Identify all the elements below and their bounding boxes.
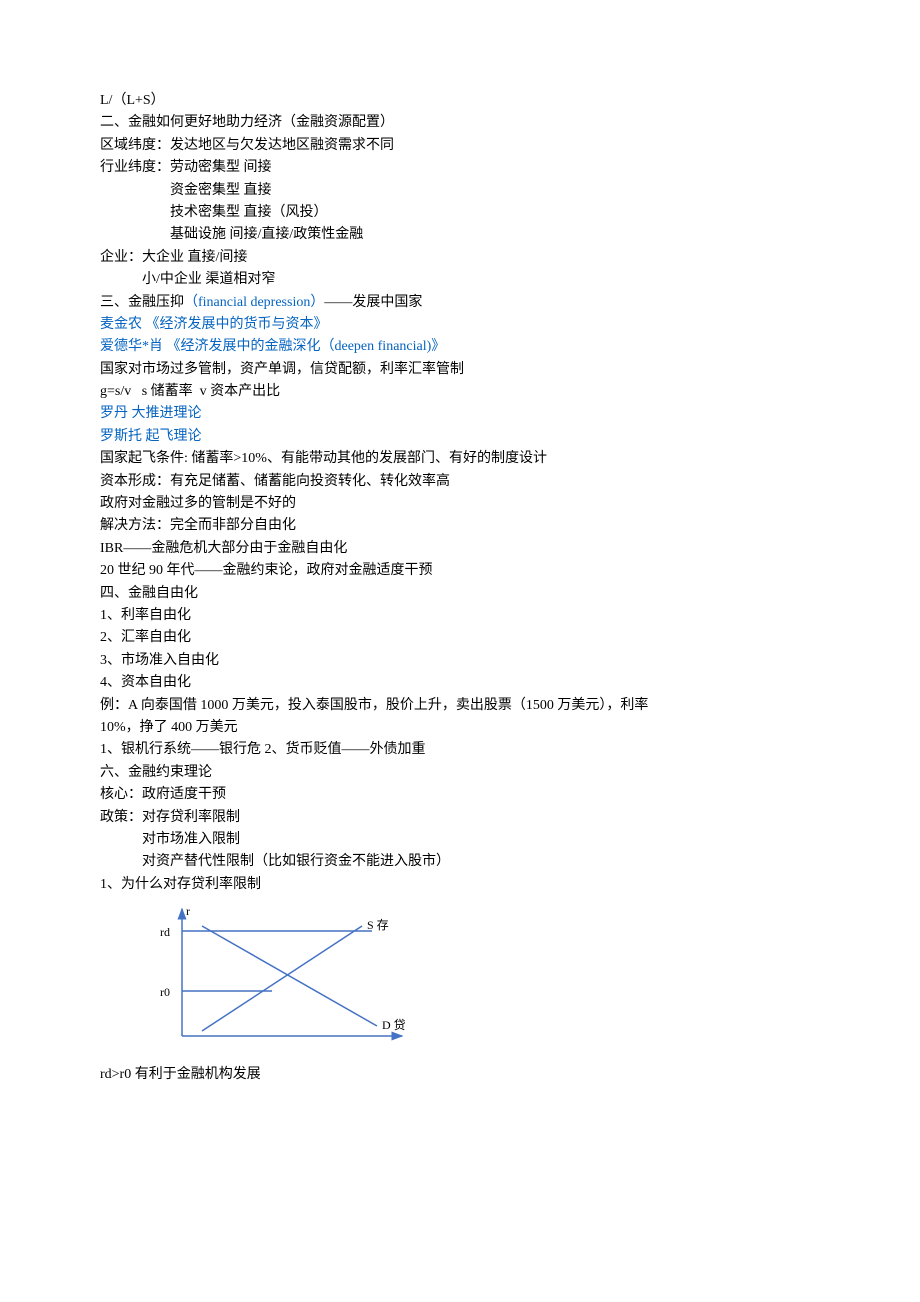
text-line: 小/中企业 渠道相对窄: [100, 269, 820, 291]
text-line: 对市场准入限制: [100, 829, 820, 851]
text-span: 三、金融压抑: [100, 295, 184, 310]
text-line: 例：A 向泰国借 1000 万美元，投入泰国股市，股价上升，卖出股票（1500 …: [100, 695, 820, 717]
supply-curve: [202, 926, 362, 1031]
text-line: 对资产替代性限制（比如银行资金不能进入股市）: [100, 851, 820, 873]
reference-link: 爱德华*肖 《经济发展中的金融深化（deepen financial)》: [100, 336, 820, 358]
axis-label-rd: rd: [160, 925, 170, 939]
text-line: 核心：政府适度干预: [100, 784, 820, 806]
term-link: （financial depression）: [184, 295, 324, 310]
reference-link: 麦金农 《经济发展中的货币与资本》: [100, 314, 820, 336]
text-line: 基础设施 间接/直接/政策性金融: [100, 224, 820, 246]
text-line: 政策：对存贷利率限制: [100, 807, 820, 829]
reference-link: 罗斯托 起飞理论: [100, 426, 820, 448]
text-line: 国家起飞条件: 储蓄率>10%、有能带动其他的发展部门、有好的制度设计: [100, 448, 820, 470]
text-line: 20 世纪 90 年代——金融约束论，政府对金融适度干预: [100, 560, 820, 582]
text-line: 10%，挣了 400 万美元: [100, 717, 820, 739]
text-line: g=s/v s 储蓄率 v 资本产出比: [100, 381, 820, 403]
axis-label-r0: r0: [160, 985, 170, 999]
text-line: 1、为什么对存贷利率限制: [100, 874, 820, 896]
text-line: 企业：大企业 直接/间接: [100, 247, 820, 269]
axis-label-r: r: [186, 904, 190, 918]
text-line: rd>r0 有利于金融机构发展: [100, 1064, 820, 1086]
text-line: 资金密集型 直接: [100, 180, 820, 202]
section-heading: 四、金融自由化: [100, 583, 820, 605]
section-heading: 六、金融约束理论: [100, 762, 820, 784]
supply-label: S 存: [367, 918, 389, 932]
text-line: 行业纬度：劳动密集型 间接: [100, 157, 820, 179]
text-line: 国家对市场过多管制，资产单调，信贷配额，利率汇率管制: [100, 359, 820, 381]
demand-label: D 贷: [382, 1018, 406, 1032]
text-line: 政府对金融过多的管制是不好的: [100, 493, 820, 515]
supply-demand-chart: r rd r0 S 存 D 贷: [142, 901, 820, 1059]
text-line: 4、资本自由化: [100, 672, 820, 694]
text-line: 3、市场准入自由化: [100, 650, 820, 672]
text-line: L/（L+S）: [100, 90, 820, 112]
text-line: 1、利率自由化: [100, 605, 820, 627]
chart-svg: r rd r0 S 存 D 贷: [142, 901, 442, 1051]
section-heading: 三、金融压抑（financial depression）——发展中国家: [100, 292, 820, 314]
text-line: 2、汇率自由化: [100, 627, 820, 649]
text-line: 资本形成：有充足储蓄、储蓄能向投资转化、转化效率高: [100, 471, 820, 493]
text-line: 技术密集型 直接（风投）: [100, 202, 820, 224]
text-line: 解决方法：完全而非部分自由化: [100, 515, 820, 537]
demand-curve: [202, 926, 377, 1026]
section-heading: 二、金融如何更好地助力经济（金融资源配置）: [100, 112, 820, 134]
text-line: 1、银机行系统——银行危 2、货币贬值——外债加重: [100, 739, 820, 761]
text-line: 区域纬度：发达地区与欠发达地区融资需求不同: [100, 135, 820, 157]
text-line: IBR——金融危机大部分由于金融自由化: [100, 538, 820, 560]
text-span: ——发展中国家: [324, 295, 422, 310]
reference-link: 罗丹 大推进理论: [100, 403, 820, 425]
